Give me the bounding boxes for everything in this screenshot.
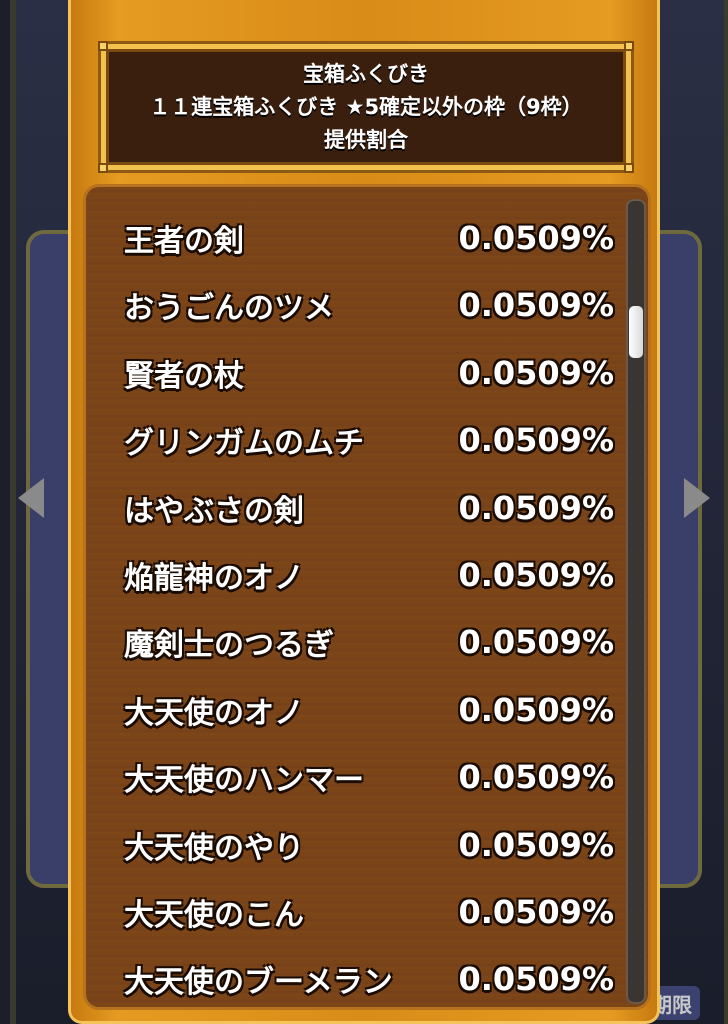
left-arrow-icon — [18, 478, 44, 518]
corner-ornament — [98, 41, 108, 51]
rate-row: 大天使のこん 0.0509% — [86, 886, 626, 938]
rates-dialog: 宝箱ふくびき １１連宝箱ふくびき ★5確定以外の枠（9枠） 提供割合 王者の剣 0… — [68, 0, 660, 1024]
rate-row: 魔剣士のつるぎ 0.0509% — [86, 616, 626, 668]
item-name: 焔龍神のオノ — [124, 561, 304, 596]
item-name: 大天使のオノ — [124, 695, 304, 731]
item-rate: 0.0509% — [458, 690, 614, 729]
rate-row: 大天使のハンマー 0.0509% — [86, 751, 626, 803]
item-rate: 0.0509% — [458, 353, 614, 392]
corner-ornament — [624, 41, 634, 51]
item-rate: 0.0509% — [458, 893, 614, 931]
rate-row: はやぶさの剣 0.0509% — [86, 482, 626, 534]
rate-row: 大天使のブーメラン 0.0509% — [86, 953, 626, 1005]
item-name: はやぶさの剣 — [124, 493, 304, 529]
header-subtitle: １１連宝箱ふくびき ★5確定以外の枠（9枠） — [149, 94, 583, 119]
rate-row: 大天使のオノ 0.0509% — [86, 684, 626, 736]
dialog-header: 宝箱ふくびき １１連宝箱ふくびき ★5確定以外の枠（9枠） 提供割合 — [98, 41, 634, 173]
item-rate: 0.0509% — [458, 758, 614, 797]
rate-row: グリンガムのムチ 0.0509% — [86, 414, 626, 466]
item-rate: 0.0509% — [458, 960, 614, 999]
rate-row: 大天使のやり 0.0509% — [86, 819, 626, 871]
item-name: 王者の剣 — [124, 224, 244, 259]
item-name: 大天使のこん — [124, 898, 304, 933]
item-rate: 0.0509% — [458, 825, 614, 864]
item-rate: 0.0509% — [458, 286, 614, 325]
item-name: 大天使のハンマー — [124, 763, 364, 799]
item-rate: 0.0509% — [458, 556, 614, 594]
rate-row: 王者の剣 0.0509% — [86, 212, 626, 264]
item-rate: 0.0509% — [458, 488, 614, 527]
corner-ornament — [624, 163, 634, 173]
scrollbar-thumb[interactable] — [629, 306, 643, 358]
item-name: おうごんのツメ — [124, 291, 334, 327]
item-name: 魔剣士のつるぎ — [124, 628, 334, 664]
item-name: 大天使のやり — [124, 830, 304, 866]
right-arrow-icon — [684, 478, 710, 518]
header-caption: 提供割合 — [324, 127, 408, 152]
rate-row: 焔龍神のオノ 0.0509% — [86, 549, 626, 601]
item-name: グリンガムのムチ — [124, 426, 364, 462]
item-rate: 0.0509% — [458, 421, 614, 460]
item-rate: 0.0509% — [458, 219, 614, 257]
rate-row: 賢者の杖 0.0509% — [86, 347, 626, 399]
header-title: 宝箱ふくびき — [303, 61, 429, 86]
item-name: 大天使のブーメラン — [124, 965, 393, 1001]
item-name: 賢者の杖 — [124, 358, 244, 394]
scrollbar[interactable] — [626, 199, 646, 1004]
rate-list-panel[interactable]: 王者の剣 0.0509% おうごんのツメ 0.0509% 賢者の杖 0.0509% グリンガ… — [83, 184, 651, 1010]
rate-row: おうごんのツメ 0.0509% — [86, 279, 626, 331]
corner-ornament — [98, 163, 108, 173]
item-rate: 0.0509% — [458, 623, 614, 662]
